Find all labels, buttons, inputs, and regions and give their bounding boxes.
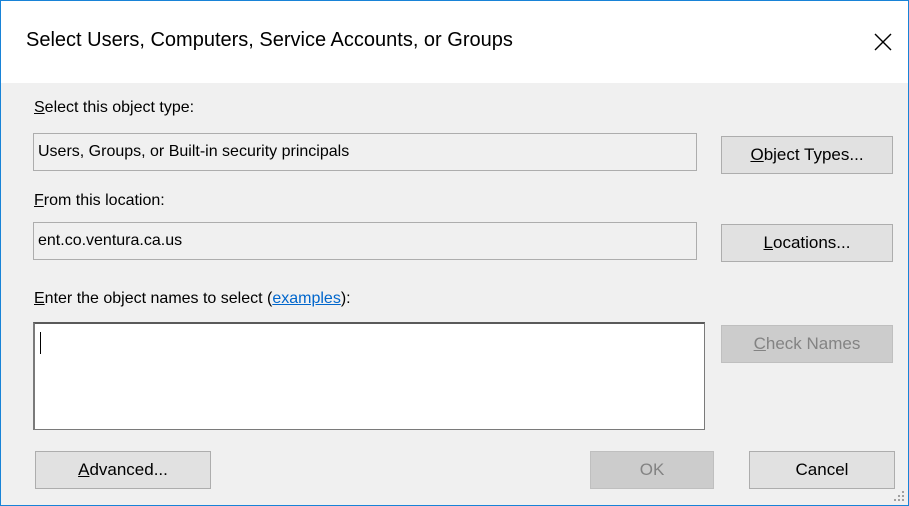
location-field: ent.co.ventura.ca.us — [33, 222, 697, 260]
window-title: Select Users, Computers, Service Account… — [26, 29, 513, 51]
cancel-button[interactable]: Cancel — [749, 451, 895, 489]
check-names-button[interactable]: Check Names — [721, 325, 893, 363]
object-type-field: Users, Groups, or Built-in security prin… — [33, 133, 697, 171]
title-bar: Select Users, Computers, Service Account… — [1, 1, 908, 83]
object-type-label: Select this object type: — [34, 99, 195, 116]
location-label: From this location: — [34, 192, 165, 209]
object-names-input[interactable] — [33, 322, 705, 430]
resize-grip-icon[interactable] — [893, 490, 905, 502]
object-types-button[interactable]: Object Types... — [721, 136, 893, 174]
text-caret — [40, 332, 41, 354]
select-users-dialog: Select Users, Computers, Service Account… — [0, 0, 909, 506]
locations-button[interactable]: Locations... — [721, 224, 893, 262]
advanced-button[interactable]: Advanced... — [35, 451, 211, 489]
close-button[interactable] — [858, 19, 908, 65]
object-names-label: Enter the object names to select (exampl… — [34, 290, 351, 307]
ok-button[interactable]: OK — [590, 451, 714, 489]
examples-link[interactable]: examples — [272, 290, 340, 307]
close-icon — [874, 33, 892, 51]
